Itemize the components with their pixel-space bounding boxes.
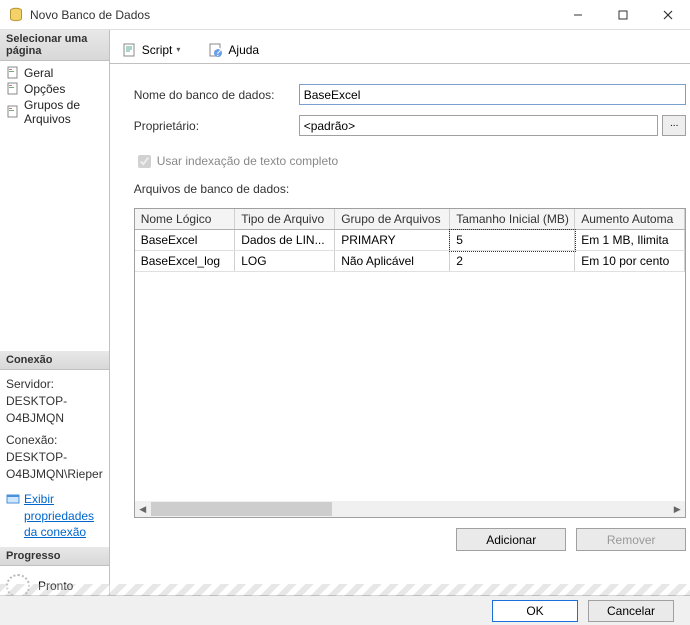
- server-label: Servidor:: [6, 376, 103, 393]
- server-value: DESKTOP-O4BJMQN: [6, 393, 103, 427]
- help-icon: ?: [208, 42, 224, 58]
- files-grid[interactable]: Nome Lógico Tipo de Arquivo Grupo de Arq…: [134, 208, 687, 518]
- dbname-input[interactable]: [299, 84, 687, 105]
- col-header[interactable]: Tipo de Arquivo: [235, 209, 335, 230]
- chevron-down-icon: ▾: [176, 45, 180, 54]
- ok-button[interactable]: OK: [492, 600, 578, 622]
- page-icon: [6, 66, 20, 80]
- conn-label: Conexão:: [6, 432, 103, 449]
- cell[interactable]: PRIMARY: [335, 230, 450, 251]
- conn-value: DESKTOP-O4BJMQN\Rieper: [6, 449, 103, 483]
- dbname-label: Nome do banco de dados:: [134, 88, 299, 102]
- table-row[interactable]: BaseExcel_log LOG Não Aplicável 2 Em 10 …: [135, 251, 685, 272]
- cell[interactable]: Em 1 MB, Ilimita: [575, 230, 685, 251]
- script-label: Script: [142, 43, 173, 57]
- page-icon: [6, 105, 20, 119]
- cell-selected[interactable]: 5: [450, 230, 575, 251]
- files-label: Arquivos de banco de dados:: [134, 182, 687, 196]
- connection-info: Servidor: DESKTOP-O4BJMQN Conexão: DESKT…: [0, 370, 109, 547]
- tree-item-grupos[interactable]: Grupos de Arquivos: [2, 97, 107, 127]
- progress-header: Progresso: [0, 547, 109, 566]
- cell[interactable]: 2: [450, 251, 575, 272]
- help-label: Ajuda: [228, 43, 259, 57]
- view-connection-props-link[interactable]: Exibir propriedades da conexão: [24, 491, 103, 541]
- connection-header: Conexão: [0, 351, 109, 370]
- owner-browse-button[interactable]: ...: [662, 115, 686, 136]
- select-page-header: Selecionar uma página: [0, 30, 109, 61]
- col-header[interactable]: Nome Lógico: [135, 209, 235, 230]
- tree-item-label: Opções: [24, 82, 65, 96]
- content-area: Script ▾ ? Ajuda Nome do banco de dados:…: [110, 30, 690, 595]
- content-toolbar: Script ▾ ? Ajuda: [110, 36, 690, 64]
- add-button[interactable]: Adicionar: [456, 528, 566, 551]
- scroll-right-icon[interactable]: ▶: [669, 501, 685, 517]
- cell[interactable]: Em 10 por cento: [575, 251, 685, 272]
- cell[interactable]: BaseExcel_log: [135, 251, 235, 272]
- cancel-button[interactable]: Cancelar: [588, 600, 674, 622]
- maximize-button[interactable]: [600, 0, 645, 29]
- svg-text:?: ?: [215, 45, 222, 58]
- page-icon: [6, 82, 20, 96]
- dialog-footer: OK Cancelar: [0, 595, 690, 625]
- horizontal-scrollbar[interactable]: ◀ ▶: [135, 501, 686, 517]
- cell[interactable]: Dados de LIN...: [235, 230, 335, 251]
- sidebar: Selecionar uma página Geral Opções Grupo…: [0, 30, 110, 595]
- tree-item-geral[interactable]: Geral: [2, 65, 107, 81]
- tree-item-label: Grupos de Arquivos: [24, 98, 103, 126]
- col-header[interactable]: Grupo de Arquivos: [335, 209, 450, 230]
- scroll-thumb[interactable]: [151, 502, 332, 516]
- col-header[interactable]: Tamanho Inicial (MB): [450, 209, 575, 230]
- cell[interactable]: BaseExcel: [135, 230, 235, 251]
- cell[interactable]: LOG: [235, 251, 335, 272]
- script-icon: [122, 42, 138, 58]
- close-button[interactable]: [645, 0, 690, 29]
- scroll-left-icon[interactable]: ◀: [135, 501, 151, 517]
- database-icon: [8, 7, 24, 23]
- cell[interactable]: Não Aplicável: [335, 251, 450, 272]
- page-tree: Geral Opções Grupos de Arquivos: [0, 61, 109, 351]
- title-bar: Novo Banco de Dados: [0, 0, 690, 30]
- help-button[interactable]: ? Ajuda: [204, 40, 263, 60]
- tree-item-label: Geral: [24, 66, 53, 80]
- fulltext-label: Usar indexação de texto completo: [157, 154, 338, 168]
- owner-label: Proprietário:: [134, 119, 299, 133]
- remove-button: Remover: [576, 528, 686, 551]
- owner-input[interactable]: [299, 115, 659, 136]
- script-button[interactable]: Script ▾: [118, 40, 185, 60]
- col-header[interactable]: Aumento Automa: [575, 209, 685, 230]
- props-icon: [6, 491, 20, 541]
- table-row[interactable]: BaseExcel Dados de LIN... PRIMARY 5 Em 1…: [135, 230, 685, 251]
- tree-item-opcoes[interactable]: Opções: [2, 81, 107, 97]
- fulltext-checkbox: [138, 155, 151, 168]
- window-title: Novo Banco de Dados: [30, 8, 555, 22]
- minimize-button[interactable]: [555, 0, 600, 29]
